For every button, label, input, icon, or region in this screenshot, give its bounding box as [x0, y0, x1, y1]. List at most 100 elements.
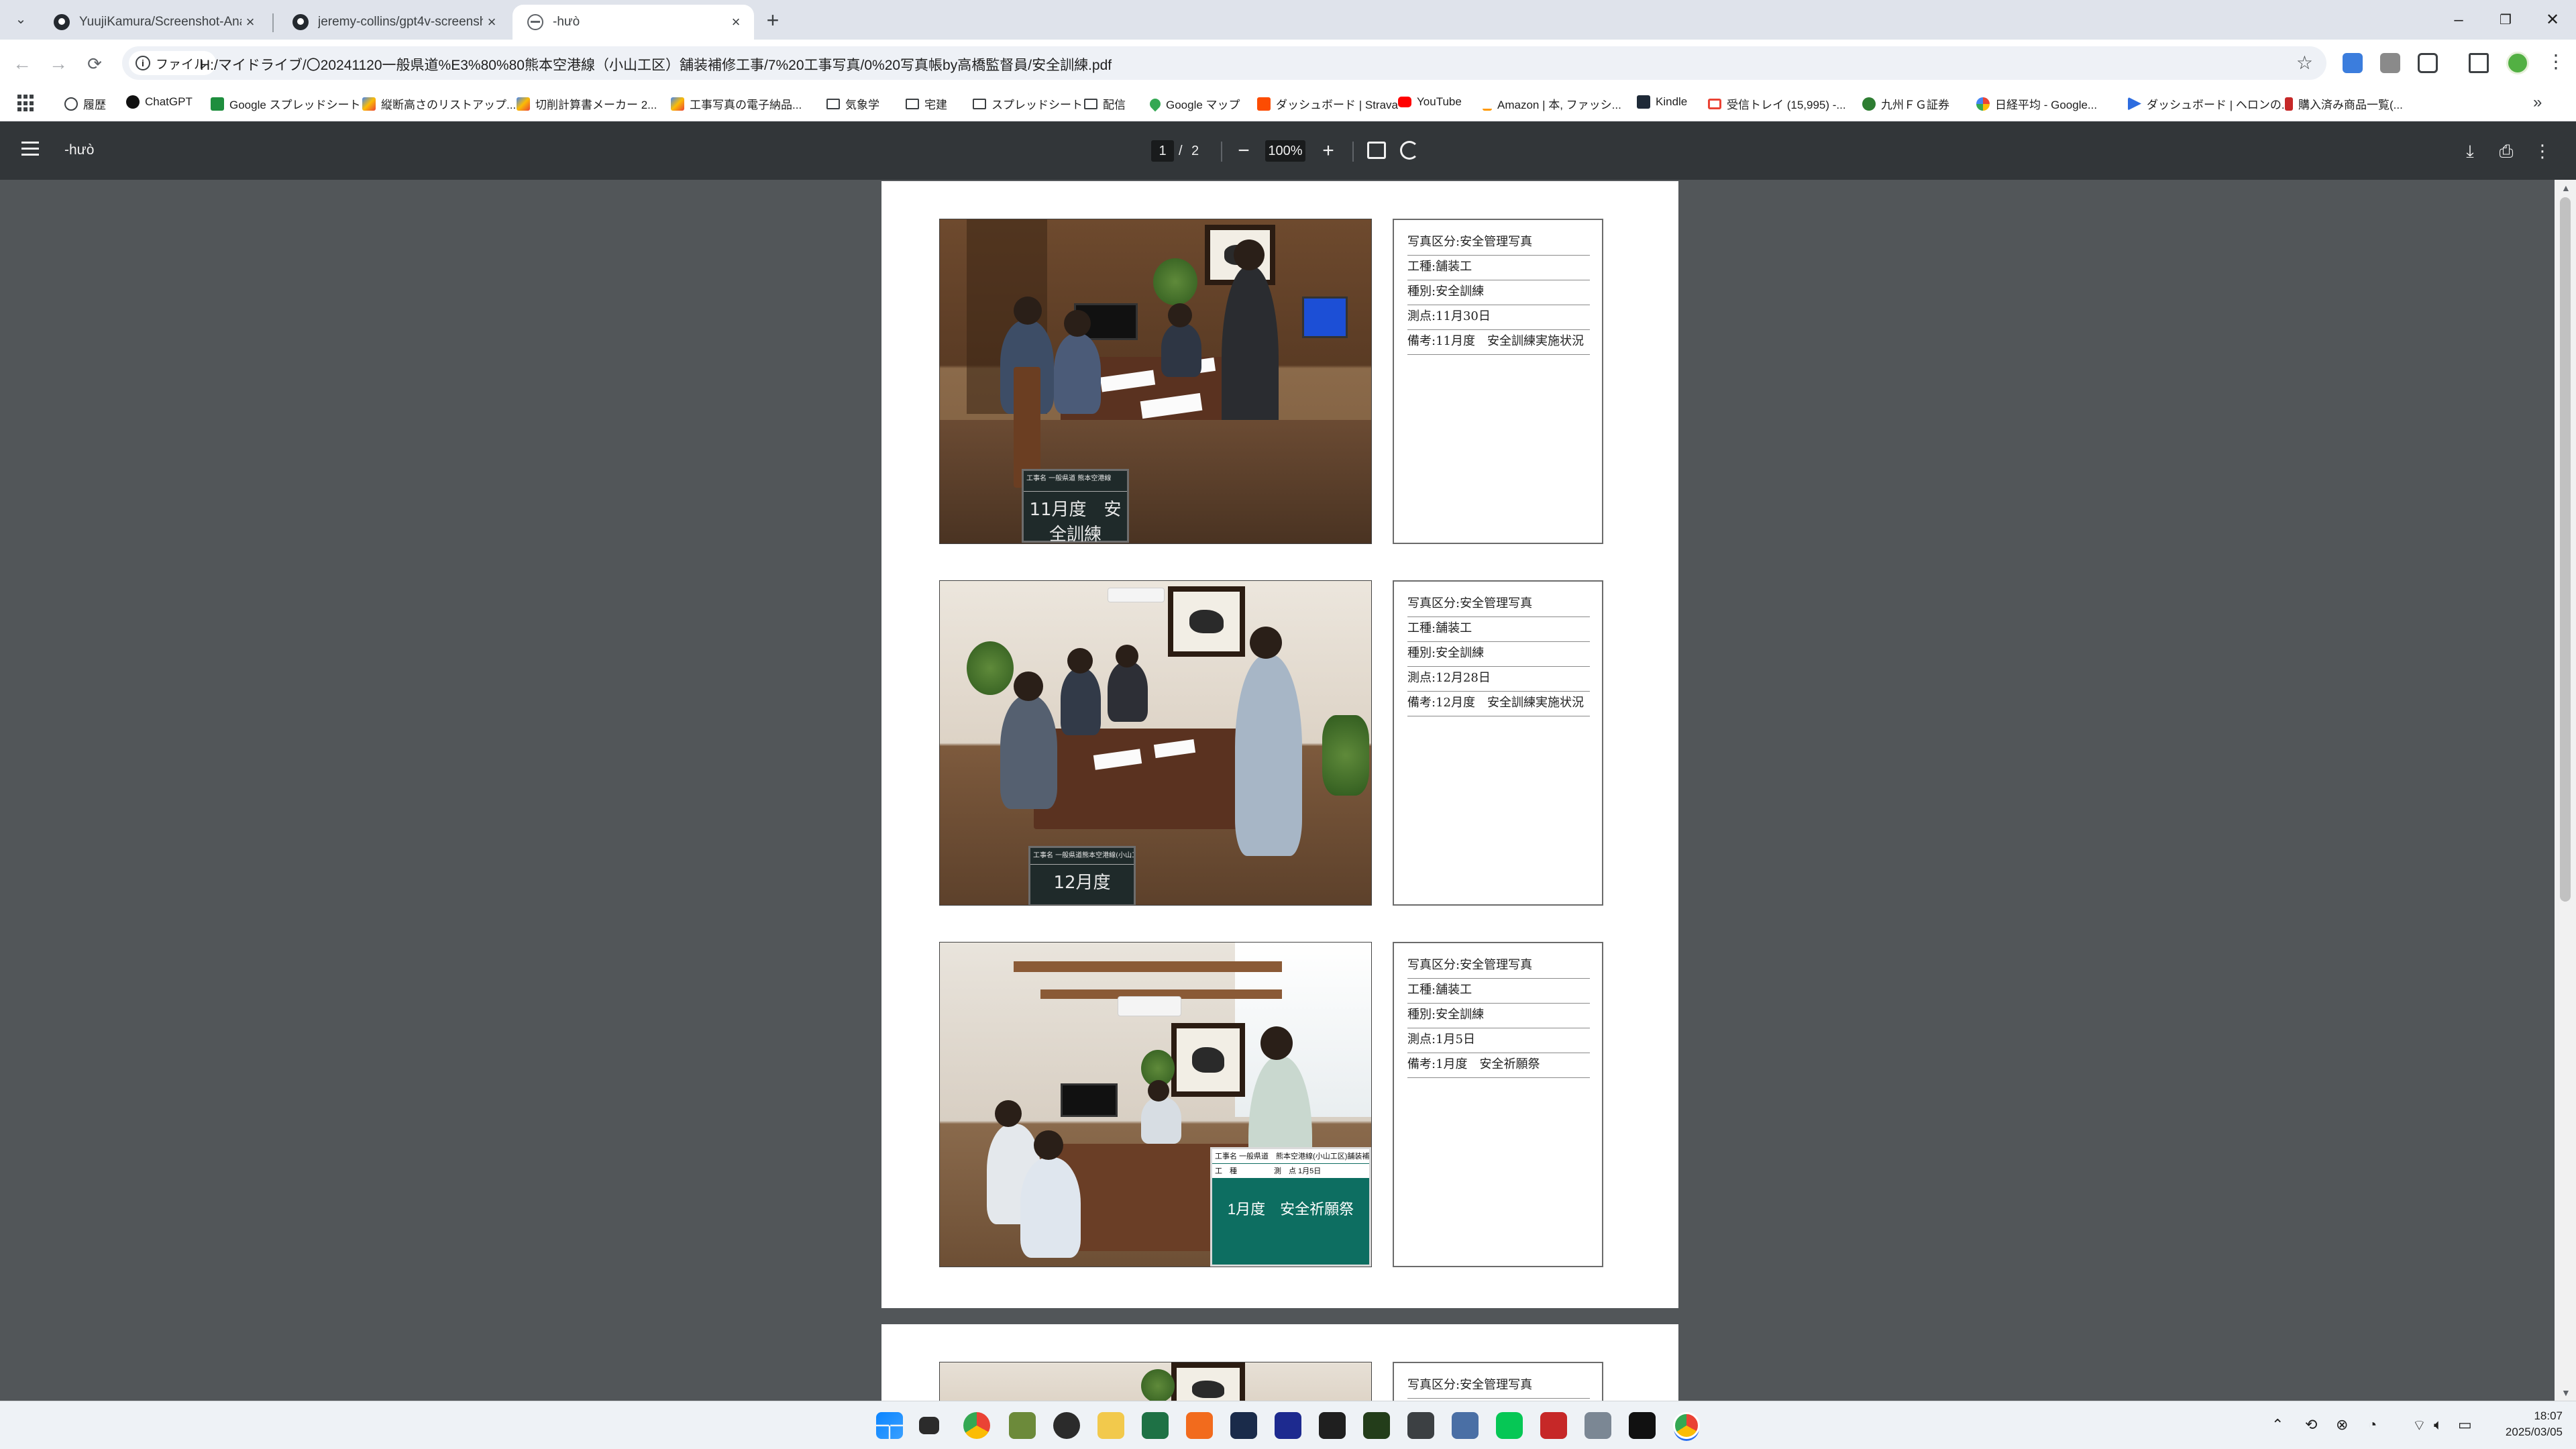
- download-icon[interactable]: ⤓: [2458, 139, 2482, 163]
- chrome-active-icon[interactable]: [1673, 1412, 1700, 1439]
- chrome-icon[interactable]: [963, 1412, 990, 1439]
- bookmark-google-sheets[interactable]: Google スプレッドシート: [211, 95, 361, 112]
- print-icon[interactable]: ⎙: [2494, 139, 2518, 163]
- bookmark-kindle[interactable]: Kindle: [1637, 95, 1687, 109]
- more-menu-icon[interactable]: ⋮: [2546, 50, 2565, 72]
- vertical-scrollbar[interactable]: ▲ ▼: [2555, 180, 2576, 1401]
- bookmark-heron-dashboard[interactable]: ダッシュボード | ヘロンの...: [2128, 95, 2291, 112]
- tray-chevron-icon[interactable]: ⌃: [2271, 1416, 2284, 1434]
- horse-painting: [1168, 586, 1245, 657]
- page-number-input[interactable]: 1: [1151, 140, 1174, 162]
- zoom-out-icon[interactable]: −: [1232, 139, 1256, 163]
- address-bar[interactable]: i ファイル H:/マイドライブ/〇20241120一般県道%E3%80%80熊…: [122, 46, 2326, 80]
- close-icon[interactable]: ×: [727, 13, 745, 31]
- bookmark-purchases[interactable]: 購入済み商品一覧(...: [2285, 95, 2403, 112]
- chatgpt-icon[interactable]: [1053, 1412, 1080, 1439]
- bookmark-app[interactable]: 工事写真の電子納品...: [671, 95, 802, 112]
- app-icon[interactable]: [1363, 1412, 1390, 1439]
- bookmark-app[interactable]: 切削計算書メーカー 2...: [517, 95, 657, 112]
- worker-head: [1148, 1080, 1169, 1102]
- excel-icon[interactable]: [1142, 1412, 1169, 1439]
- bookmark-label: 九州ＦＧ証券: [1881, 99, 1949, 111]
- profile-avatar[interactable]: [2506, 52, 2529, 74]
- blackboard-header: 工事名 一般県道熊本空港線(小山工区)舗装補修工事: [1030, 848, 1134, 865]
- scroll-down-arrow-icon[interactable]: ▼: [2561, 1387, 2571, 1398]
- wifi-icon[interactable]: ⌔: [2412, 1416, 2426, 1435]
- line-icon[interactable]: [1496, 1412, 1523, 1439]
- bookmark-google-maps[interactable]: Google マップ: [1147, 95, 1240, 112]
- site-blackboard: 工事名 一般県道 熊本空港線(小山工区)舗装補修工事 工 種 測 点 1月5日 …: [1210, 1147, 1371, 1267]
- reload-icon[interactable]: ⟳: [82, 51, 107, 76]
- app-icon[interactable]: [1009, 1412, 1036, 1439]
- app-icon[interactable]: [1407, 1412, 1434, 1439]
- zoom-in-icon[interactable]: +: [1316, 139, 1340, 163]
- app-icon[interactable]: [1230, 1412, 1257, 1439]
- file-explorer-icon[interactable]: [1097, 1412, 1124, 1439]
- more-bookmarks-icon[interactable]: »: [2533, 93, 2542, 112]
- app-icon[interactable]: [1629, 1412, 1656, 1439]
- bookmark-star-icon[interactable]: ☆: [2296, 52, 2313, 74]
- app-icon[interactable]: [1540, 1412, 1567, 1439]
- volume-icon[interactable]: 🔈︎: [2434, 1416, 2443, 1434]
- tab-active-pdf[interactable]: -hưò ×: [513, 5, 754, 40]
- rotate-icon[interactable]: [1400, 141, 1419, 160]
- sidebar-menu-icon[interactable]: [21, 142, 39, 160]
- bookmark-nikkei[interactable]: 日経平均 - Google...: [1976, 95, 2097, 112]
- close-window-button[interactable]: ✕: [2529, 5, 2576, 35]
- survey-point: 測点:1月5日: [1407, 1028, 1590, 1053]
- back-arrow-icon[interactable]: ←: [9, 51, 35, 76]
- bookmark-youtube[interactable]: YouTube: [1398, 95, 1462, 109]
- app-icon[interactable]: [1585, 1412, 1611, 1439]
- bookmark-folder[interactable]: 気象学: [826, 95, 879, 112]
- tab-screenshot-analy[interactable]: YuujiKamura/Screenshot-Analy ×: [39, 5, 268, 40]
- scroll-up-arrow-icon[interactable]: ▲: [2561, 182, 2571, 193]
- close-icon[interactable]: ×: [241, 13, 259, 31]
- kindle-icon: [1637, 95, 1650, 109]
- forward-arrow-icon[interactable]: →: [46, 51, 71, 76]
- bookmark-app[interactable]: 縦断高さのリストアップ...: [362, 95, 516, 112]
- tab-gpt4v-screenshot[interactable]: jeremy-collins/gpt4v-screensh ×: [278, 5, 510, 40]
- zoom-input[interactable]: 100%: [1265, 140, 1305, 162]
- extensions-puzzle-icon[interactable]: [2418, 53, 2438, 73]
- gmail-icon: [1708, 98, 1721, 109]
- clock-tray-icon[interactable]: ◔: [2368, 1416, 2377, 1434]
- bookmark-chatgpt[interactable]: ChatGPT: [126, 95, 193, 109]
- app-tray-icon[interactable]: ⊗: [2336, 1416, 2348, 1434]
- calculator-icon[interactable]: [1452, 1412, 1479, 1439]
- site-photo-december: 工事名 一般県道熊本空港線(小山工区)舗装補修工事 12月度: [939, 580, 1372, 906]
- tab-search-chevron-icon[interactable]: ⌄: [9, 8, 32, 31]
- bookmark-folder[interactable]: 宅建: [906, 95, 947, 112]
- restore-button[interactable]: ❐: [2482, 5, 2529, 35]
- system-clock[interactable]: 18:07 2025/03/05: [2490, 1408, 2563, 1440]
- pdf-page-1: 工事名 一般県道 熊本空港線 11月度 安全訓練 写真区分:安全管理写真 工種:…: [881, 181, 1678, 1308]
- more-options-icon[interactable]: ⋮: [2530, 139, 2555, 163]
- media-control-icon[interactable]: [2469, 53, 2489, 73]
- sync-icon[interactable]: ⟲: [2305, 1416, 2317, 1434]
- close-icon[interactable]: ×: [483, 13, 500, 31]
- bookmark-strava[interactable]: ダッシュボード | Strava: [1257, 95, 1398, 112]
- bookmark-history[interactable]: 履歴: [64, 95, 106, 112]
- jw-cad-icon[interactable]: [1275, 1412, 1301, 1439]
- app-icon: [362, 97, 376, 111]
- app-icon[interactable]: [1186, 1412, 1213, 1439]
- browser-toolbar: ← → ⟳ i ファイル H:/マイドライブ/〇20241120一般県道%E3%…: [0, 40, 2576, 87]
- extension-icon[interactable]: [2343, 53, 2363, 73]
- task-view-icon[interactable]: [919, 1417, 939, 1434]
- start-windows-icon[interactable]: [876, 1412, 903, 1439]
- extension-icon[interactable]: [2380, 53, 2400, 73]
- bookmark-kyushu-fg[interactable]: 九州ＦＧ証券: [1862, 95, 1949, 112]
- terminal-icon[interactable]: [1319, 1412, 1346, 1439]
- bookmark-folder[interactable]: スプレッドシート: [973, 95, 1083, 112]
- new-tab-button[interactable]: +: [760, 8, 786, 34]
- url-text[interactable]: H:/マイドライブ/〇20241120一般県道%E3%80%80熊本空港線（小山…: [200, 54, 1112, 74]
- minimize-button[interactable]: –: [2435, 5, 2482, 35]
- scrollbar-thumb[interactable]: [2560, 197, 2571, 902]
- pdf-document-area[interactable]: 工事名 一般県道 熊本空港線 11月度 安全訓練 写真区分:安全管理写真 工種:…: [0, 180, 2555, 1401]
- bookmark-label: ダッシュボード | Strava: [1276, 99, 1398, 111]
- bookmark-folder[interactable]: 配信: [1084, 95, 1126, 112]
- battery-icon[interactable]: ▭: [2458, 1416, 2472, 1434]
- bookmark-gmail[interactable]: 受信トレイ (15,995) -...: [1708, 95, 1846, 112]
- bookmark-amazon[interactable]: Amazon | 本, ファッシ...: [1483, 95, 1621, 112]
- fit-page-icon[interactable]: [1367, 142, 1386, 159]
- apps-grid-icon[interactable]: [17, 95, 35, 112]
